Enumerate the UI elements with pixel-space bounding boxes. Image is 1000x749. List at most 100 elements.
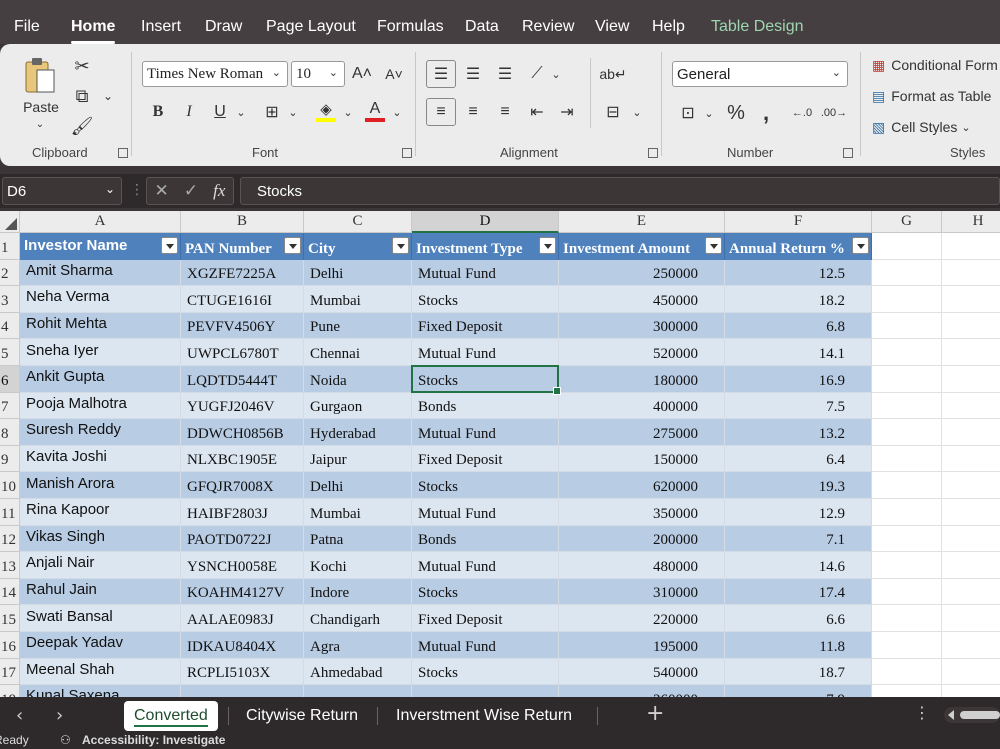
menu-tab-insert[interactable]: Insert	[141, 18, 181, 36]
empty-cell[interactable]	[942, 605, 1000, 632]
menu-tab-formulas[interactable]: Formulas	[377, 18, 444, 36]
table-cell[interactable]: Mumbai	[304, 499, 412, 526]
table-cell[interactable]: Amit Sharma	[20, 259, 181, 287]
menu-tab-review[interactable]: Review	[522, 18, 574, 36]
empty-cell[interactable]	[942, 472, 1000, 499]
table-cell[interactable]: Fixed Deposit	[412, 445, 559, 473]
align-bottom-icon[interactable]: ☰	[492, 60, 518, 88]
table-cell[interactable]: Ankit Gupta	[20, 366, 181, 393]
table-cell[interactable]: 150000	[559, 445, 725, 473]
table-cell[interactable]: Kochi	[304, 552, 412, 579]
table-cell[interactable]: Meenal Shah	[20, 658, 181, 686]
row-header[interactable]: 7	[0, 392, 20, 420]
row-header[interactable]: 8	[0, 419, 20, 446]
menu-tab-data[interactable]: Data	[465, 18, 499, 36]
table-cell[interactable]: 260000	[559, 685, 725, 697]
font-color-icon[interactable]: A	[364, 98, 386, 124]
table-cell[interactable]: Manish Arora	[20, 472, 181, 499]
table-cell[interactable]: Mutual Fund	[412, 499, 559, 526]
column-header[interactable]: F	[725, 211, 872, 233]
decrease-indent-icon[interactable]: ⇤	[524, 98, 550, 126]
increase-decimal-icon[interactable]: ←.0	[788, 100, 816, 126]
empty-cell[interactable]	[872, 499, 942, 526]
merge-dropdown-icon[interactable]: ⌄	[630, 100, 644, 124]
row-header[interactable]: 12	[0, 525, 20, 553]
table-cell[interactable]: YSNCH0058E	[181, 552, 304, 579]
menu-tab-page-layout[interactable]: Page Layout	[266, 18, 356, 36]
comma-style-icon[interactable]: ,	[756, 100, 776, 126]
align-top-icon[interactable]: ☰	[426, 60, 456, 88]
fill-color-dropdown-icon[interactable]: ⌄	[341, 102, 355, 122]
table-cell[interactable]: 13.2	[725, 419, 872, 446]
menu-tab-help[interactable]: Help	[652, 18, 685, 36]
empty-cell[interactable]	[942, 552, 1000, 579]
copy-icon[interactable]: ⧉	[70, 84, 94, 108]
sheet-tab-investment-wise-return[interactable]: Inverstment Wise Return	[386, 701, 582, 731]
table-cell[interactable]: 6.8	[725, 312, 872, 340]
empty-cell[interactable]	[872, 366, 942, 393]
row-header[interactable]: 10	[0, 472, 20, 499]
table-cell[interactable]	[181, 685, 304, 697]
number-format-select[interactable]: General ⌄	[672, 61, 848, 87]
table-cell[interactable]: 18.7	[725, 658, 872, 686]
table-cell[interactable]: 250000	[559, 259, 725, 287]
empty-cell[interactable]	[942, 685, 1000, 697]
table-cell[interactable]: 17.4	[725, 578, 872, 606]
table-cell[interactable]: 620000	[559, 472, 725, 499]
italic-icon[interactable]: I	[179, 100, 199, 124]
bold-icon[interactable]: B	[148, 100, 168, 124]
table-cell[interactable]: 310000	[559, 578, 725, 606]
table-cell[interactable]: RCPLI5103X	[181, 658, 304, 686]
decrease-decimal-icon[interactable]: .00→	[820, 100, 848, 126]
empty-cell[interactable]	[872, 658, 942, 686]
align-center-icon[interactable]: ≡	[460, 98, 486, 126]
table-cell[interactable]: Rahul Jain	[20, 578, 181, 606]
menu-tab-home[interactable]: Home	[71, 18, 116, 44]
copy-dropdown-icon[interactable]: ⌄	[100, 86, 116, 106]
empty-cell[interactable]	[942, 339, 1000, 366]
column-header[interactable]: B	[181, 211, 304, 233]
empty-cell[interactable]	[942, 393, 1000, 420]
table-cell[interactable]: 350000	[559, 499, 725, 526]
formula-input[interactable]: Stocks	[240, 177, 1000, 205]
table-header-cell[interactable]: Investor Name	[20, 233, 181, 260]
table-cell[interactable]: Jaipur	[304, 445, 412, 473]
empty-cell[interactable]	[942, 632, 1000, 659]
paste-button-label[interactable]: Paste	[22, 98, 60, 116]
table-cell[interactable]: Chennai	[304, 339, 412, 366]
empty-cell[interactable]	[942, 659, 1000, 686]
table-cell[interactable]: Swati Bansal	[20, 605, 181, 632]
horizontal-scrollbar[interactable]	[944, 707, 1000, 723]
column-header[interactable]: H	[942, 211, 1000, 233]
empty-cell[interactable]	[872, 339, 942, 366]
table-cell[interactable]: NLXBC1905E	[181, 445, 304, 473]
table-cell[interactable]: IDKAU8404X	[181, 632, 304, 659]
table-cell[interactable]: 450000	[559, 286, 725, 313]
empty-cell[interactable]	[942, 313, 1000, 340]
table-cell[interactable]: XGZFE7225A	[181, 259, 304, 287]
table-cell[interactable]: Pooja Malhotra	[20, 392, 181, 420]
table-cell[interactable]: HAIBF2803J	[181, 499, 304, 526]
table-cell[interactable]: Ahmedabad	[304, 658, 412, 686]
table-cell[interactable]: Patna	[304, 525, 412, 553]
table-cell[interactable]: YUGFJ2046V	[181, 392, 304, 420]
table-cell[interactable]: Bonds	[412, 525, 559, 553]
table-cell[interactable]: 300000	[559, 312, 725, 340]
orientation-icon[interactable]: ⟋	[524, 60, 550, 88]
filter-dropdown-icon[interactable]	[161, 237, 178, 254]
table-cell[interactable]: 7.5	[725, 392, 872, 420]
table-cell[interactable]: Kunal Saxena	[20, 685, 181, 697]
table-cell[interactable]: Bonds	[412, 392, 559, 420]
paste-icon[interactable]	[22, 54, 58, 98]
table-cell[interactable]: Gurgaon	[304, 392, 412, 420]
sheet-tab-citywise-return[interactable]: Citywise Return	[236, 701, 368, 731]
empty-cell[interactable]	[872, 286, 942, 313]
table-cell[interactable]: 11.8	[725, 632, 872, 659]
table-cell[interactable]: Agra	[304, 632, 412, 659]
column-header[interactable]: G	[872, 211, 942, 233]
table-cell[interactable]: Hyderabad	[304, 419, 412, 446]
table-cell[interactable]: Deepak Yadav	[20, 632, 181, 659]
table-header-cell[interactable]: PAN Number	[181, 233, 304, 260]
menu-tab-table-design[interactable]: Table Design	[711, 18, 804, 36]
status-accessibility[interactable]: Accessibility: Investigate	[82, 735, 225, 747]
